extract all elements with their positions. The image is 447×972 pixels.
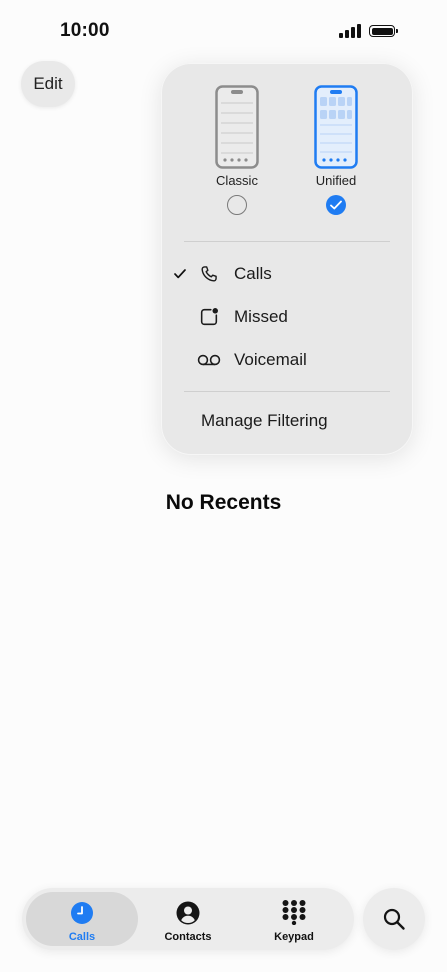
tab-calls[interactable]: Calls — [26, 892, 138, 946]
tab-contacts[interactable]: Contacts — [132, 892, 244, 946]
voicemail-icon — [197, 348, 221, 372]
person-icon — [132, 899, 244, 925]
menu-item-voicemail[interactable]: Voicemail — [161, 340, 413, 380]
layout-option-unified[interactable]: Unified — [296, 85, 376, 215]
menu-item-label: Missed — [234, 307, 288, 326]
menu-divider — [184, 241, 390, 242]
phone-icon — [197, 262, 221, 286]
keypad-icon — [238, 899, 350, 925]
menu-item-calls[interactable]: Calls — [161, 254, 413, 294]
search-icon — [383, 908, 405, 930]
status-icons — [339, 24, 398, 38]
menu-divider — [184, 391, 390, 392]
battery-icon — [369, 25, 398, 37]
layout-label-unified: Unified — [315, 173, 357, 188]
empty-state-title: No Recents — [165, 491, 282, 514]
checkmark-icon — [330, 200, 342, 210]
edit-button[interactable]: Edit — [21, 61, 75, 107]
cellular-signal-icon — [339, 24, 361, 38]
manage-filtering-item[interactable]: Manage Filtering — [201, 411, 328, 431]
tab-label: Keypad — [274, 931, 314, 943]
classic-layout-icon — [215, 85, 259, 169]
layout-label-classic: Classic — [216, 173, 258, 188]
menu-item-label: Voicemail — [234, 350, 307, 369]
unified-layout-icon — [314, 85, 358, 169]
layout-option-classic[interactable]: Classic — [197, 85, 277, 215]
menu-item-label: Calls — [234, 264, 272, 283]
filter-menu: Classic Unified Calls Missed Voicemail M… — [161, 63, 413, 455]
menu-item-missed[interactable]: Missed — [161, 297, 413, 337]
clock-icon — [26, 899, 138, 925]
tab-label: Contacts — [164, 931, 212, 943]
status-time: 10:00 — [60, 20, 110, 41]
tab-keypad[interactable]: Keypad — [238, 892, 350, 946]
unified-radio[interactable] — [326, 195, 346, 215]
checkmark-icon — [173, 269, 187, 279]
search-button[interactable] — [363, 888, 425, 950]
tab-label: Calls — [68, 931, 96, 943]
classic-radio[interactable] — [227, 195, 247, 215]
missed-call-icon — [197, 305, 221, 329]
tab-bar: Calls Contacts Keypad — [22, 888, 354, 950]
